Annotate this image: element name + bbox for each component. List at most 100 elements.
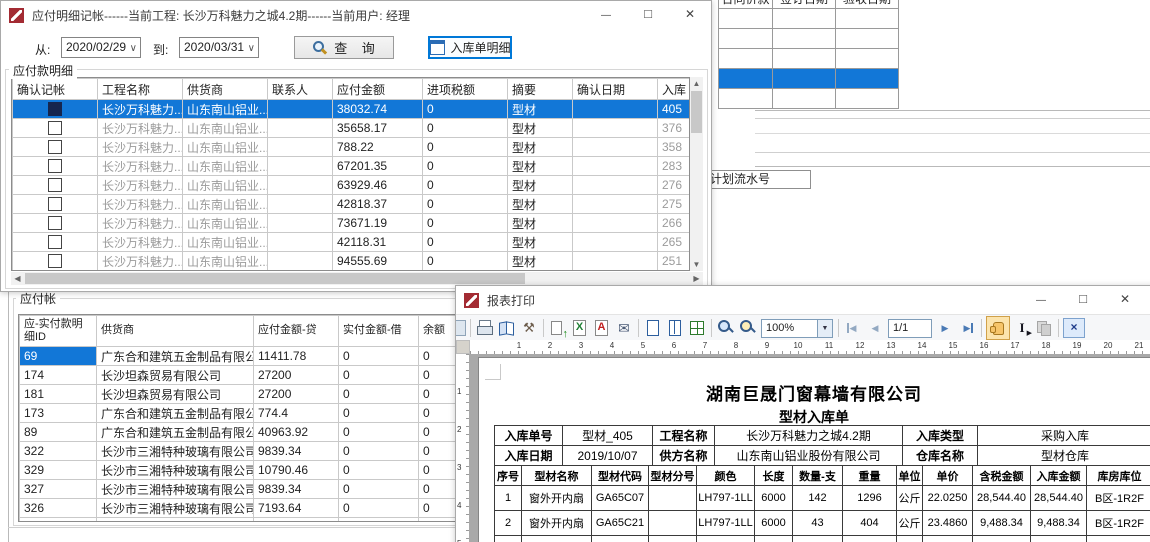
inbound-no-cell[interactable]: 376 [658,119,690,138]
inbound-no-cell[interactable]: 283 [658,157,690,176]
table-row[interactable]: 长沙万科魅力...山东南山铝业...73671.190型材266 [13,214,690,233]
scroll-right-icon[interactable]: ▶ [690,272,703,285]
table-row[interactable]: 326长沙市三湘特种玻璃有限公司7193.6400 [20,499,464,518]
project-cell[interactable]: 长沙万科魅力... [98,100,183,119]
summary-cell[interactable]: 型材 [508,214,573,233]
table-row[interactable] [719,69,899,89]
column-header[interactable]: 应-实付款明细ID [20,316,97,347]
confirm-date-cell[interactable] [573,214,658,233]
confirm-checkbox-cell[interactable] [13,157,98,176]
send-email-icon[interactable] [614,318,634,338]
table-cell[interactable]: 181 [20,385,97,404]
project-cell[interactable]: 长沙万科魅力... [98,176,183,195]
table-row[interactable]: 69广东合和建筑五金制品有限公司11411.7800 [20,347,464,366]
payable-window-titlebar[interactable]: 应付明细记帐------当前工程: 长沙万科魅力之城4.2期------当前用户… [1,1,711,29]
summary-cell[interactable]: 型材 [508,176,573,195]
scrollbar-thumb[interactable] [25,273,525,284]
contact-cell[interactable] [268,119,333,138]
table-cell[interactable] [719,89,773,109]
supplier-cell[interactable]: 山东南山铝业... [183,100,268,119]
table-cell[interactable]: 长沙坦森贸易有限公司 [97,366,254,385]
table-row[interactable]: 173广东合和建筑五金制品有限公司774.400 [20,404,464,423]
contract-table[interactable]: 合同价款签订日期验收日期 [718,0,899,109]
supplier-cell[interactable]: 山东南山铝业... [183,252,268,271]
amount-cell[interactable]: 63929.46 [333,176,423,195]
table-cell[interactable]: 0 [339,385,419,404]
table-row[interactable]: 327长沙市三湘特种玻璃有限公司9839.3400 [20,480,464,499]
table-cell[interactable]: 329 [20,461,97,480]
table-cell[interactable] [719,29,773,49]
last-page-icon[interactable]: ▶ [957,318,977,338]
tax-cell[interactable]: 0 [423,176,508,195]
tax-cell[interactable]: 0 [423,233,508,252]
confirm-date-cell[interactable] [573,138,658,157]
tax-cell[interactable]: 0 [423,214,508,233]
amount-cell[interactable]: 35658.17 [333,119,423,138]
table-cell[interactable]: 89 [20,423,97,442]
table-cell[interactable]: 0 [339,423,419,442]
amount-cell[interactable]: 38032.74 [333,100,423,119]
inbound-no-cell[interactable]: 250 [658,271,690,272]
from-date-combo[interactable]: 2020/02/29 ∨ [61,37,141,58]
tax-cell[interactable]: 0 [423,100,508,119]
confirm-date-cell[interactable] [573,100,658,119]
page-setup-icon[interactable] [497,318,517,338]
table-row[interactable]: 长沙万科魅力...山东南山铝业...3895.840型材250 [13,271,690,272]
project-cell[interactable]: 长沙万科魅力... [98,252,183,271]
amount-cell[interactable]: 3895.84 [333,271,423,272]
copy-page-icon[interactable] [1034,318,1054,338]
tax-cell[interactable]: 0 [423,195,508,214]
confirm-checkbox-cell[interactable] [13,100,98,119]
checkbox[interactable] [48,140,62,154]
column-header[interactable]: 联系人 [268,79,333,100]
scroll-left-icon[interactable]: ◀ [11,272,24,285]
table-cell[interactable]: 广东合和建筑五金制品有限公司 [97,423,254,442]
confirm-checkbox-cell[interactable] [13,233,98,252]
column-header[interactable]: 确认记帐 [13,79,98,100]
contact-cell[interactable] [268,138,333,157]
contact-cell[interactable] [268,271,333,272]
supplier-cell[interactable]: 山东南山铝业... [183,195,268,214]
table-cell[interactable] [20,518,97,523]
confirm-date-cell[interactable] [573,195,658,214]
checkbox[interactable] [48,102,62,116]
whole-page-icon[interactable] [643,318,663,338]
summary-cell[interactable]: 型材 [508,271,573,272]
confirm-checkbox-cell[interactable] [13,214,98,233]
confirm-checkbox-cell[interactable] [13,119,98,138]
amount-cell[interactable]: 94555.69 [333,252,423,271]
column-header[interactable]: 确认日期 [573,79,658,100]
table-row[interactable]: 322长沙市三湘特种玻璃有限公司9839.3400 [20,442,464,461]
to-date-combo[interactable]: 2020/03/31 ∨ [179,37,259,58]
inbound-no-cell[interactable]: 266 [658,214,690,233]
confirm-date-cell[interactable] [573,252,658,271]
supplier-cell[interactable]: 山东南山铝业... [183,138,268,157]
checkbox[interactable] [48,254,62,268]
supplier-cell[interactable]: 山东南山铝业... [183,176,268,195]
amount-cell[interactable]: 42118.31 [333,233,423,252]
table-cell[interactable]: 173 [20,404,97,423]
checkbox[interactable] [48,159,62,173]
table-row[interactable]: 长沙万科魅力...山东南山铝业...67201.350型材283 [13,157,690,176]
confirm-checkbox-cell[interactable] [13,271,98,272]
inbound-no-cell[interactable]: 405 [658,100,690,119]
contact-cell[interactable] [268,157,333,176]
table-cell[interactable]: 长沙市三湘特种玻璃有限公司 [97,499,254,518]
table-row[interactable]: 174长沙坦森贸易有限公司2720000 [20,366,464,385]
supplier-cell[interactable]: 山东南山铝业... [183,157,268,176]
table-cell[interactable] [254,518,339,523]
chevron-down-icon[interactable]: ∨ [248,39,255,58]
supplier-cell[interactable]: 山东南山铝业... [183,271,268,272]
column-header[interactable]: 摘要 [508,79,573,100]
table-cell[interactable]: 广东合和建筑五金制品有限公司 [97,404,254,423]
scroll-up-icon[interactable]: ▲ [690,77,703,90]
table-cell[interactable] [836,29,899,49]
summary-cell[interactable]: 型材 [508,195,573,214]
print-icon[interactable] [475,318,495,338]
table-cell[interactable]: 10790.46 [254,461,339,480]
export-pdf-icon[interactable] [592,318,612,338]
column-header[interactable]: 进项税额 [423,79,508,100]
maximize-button[interactable] [1062,286,1104,314]
column-header[interactable]: 实付金额-借 [339,316,419,347]
table-row[interactable] [719,89,899,109]
